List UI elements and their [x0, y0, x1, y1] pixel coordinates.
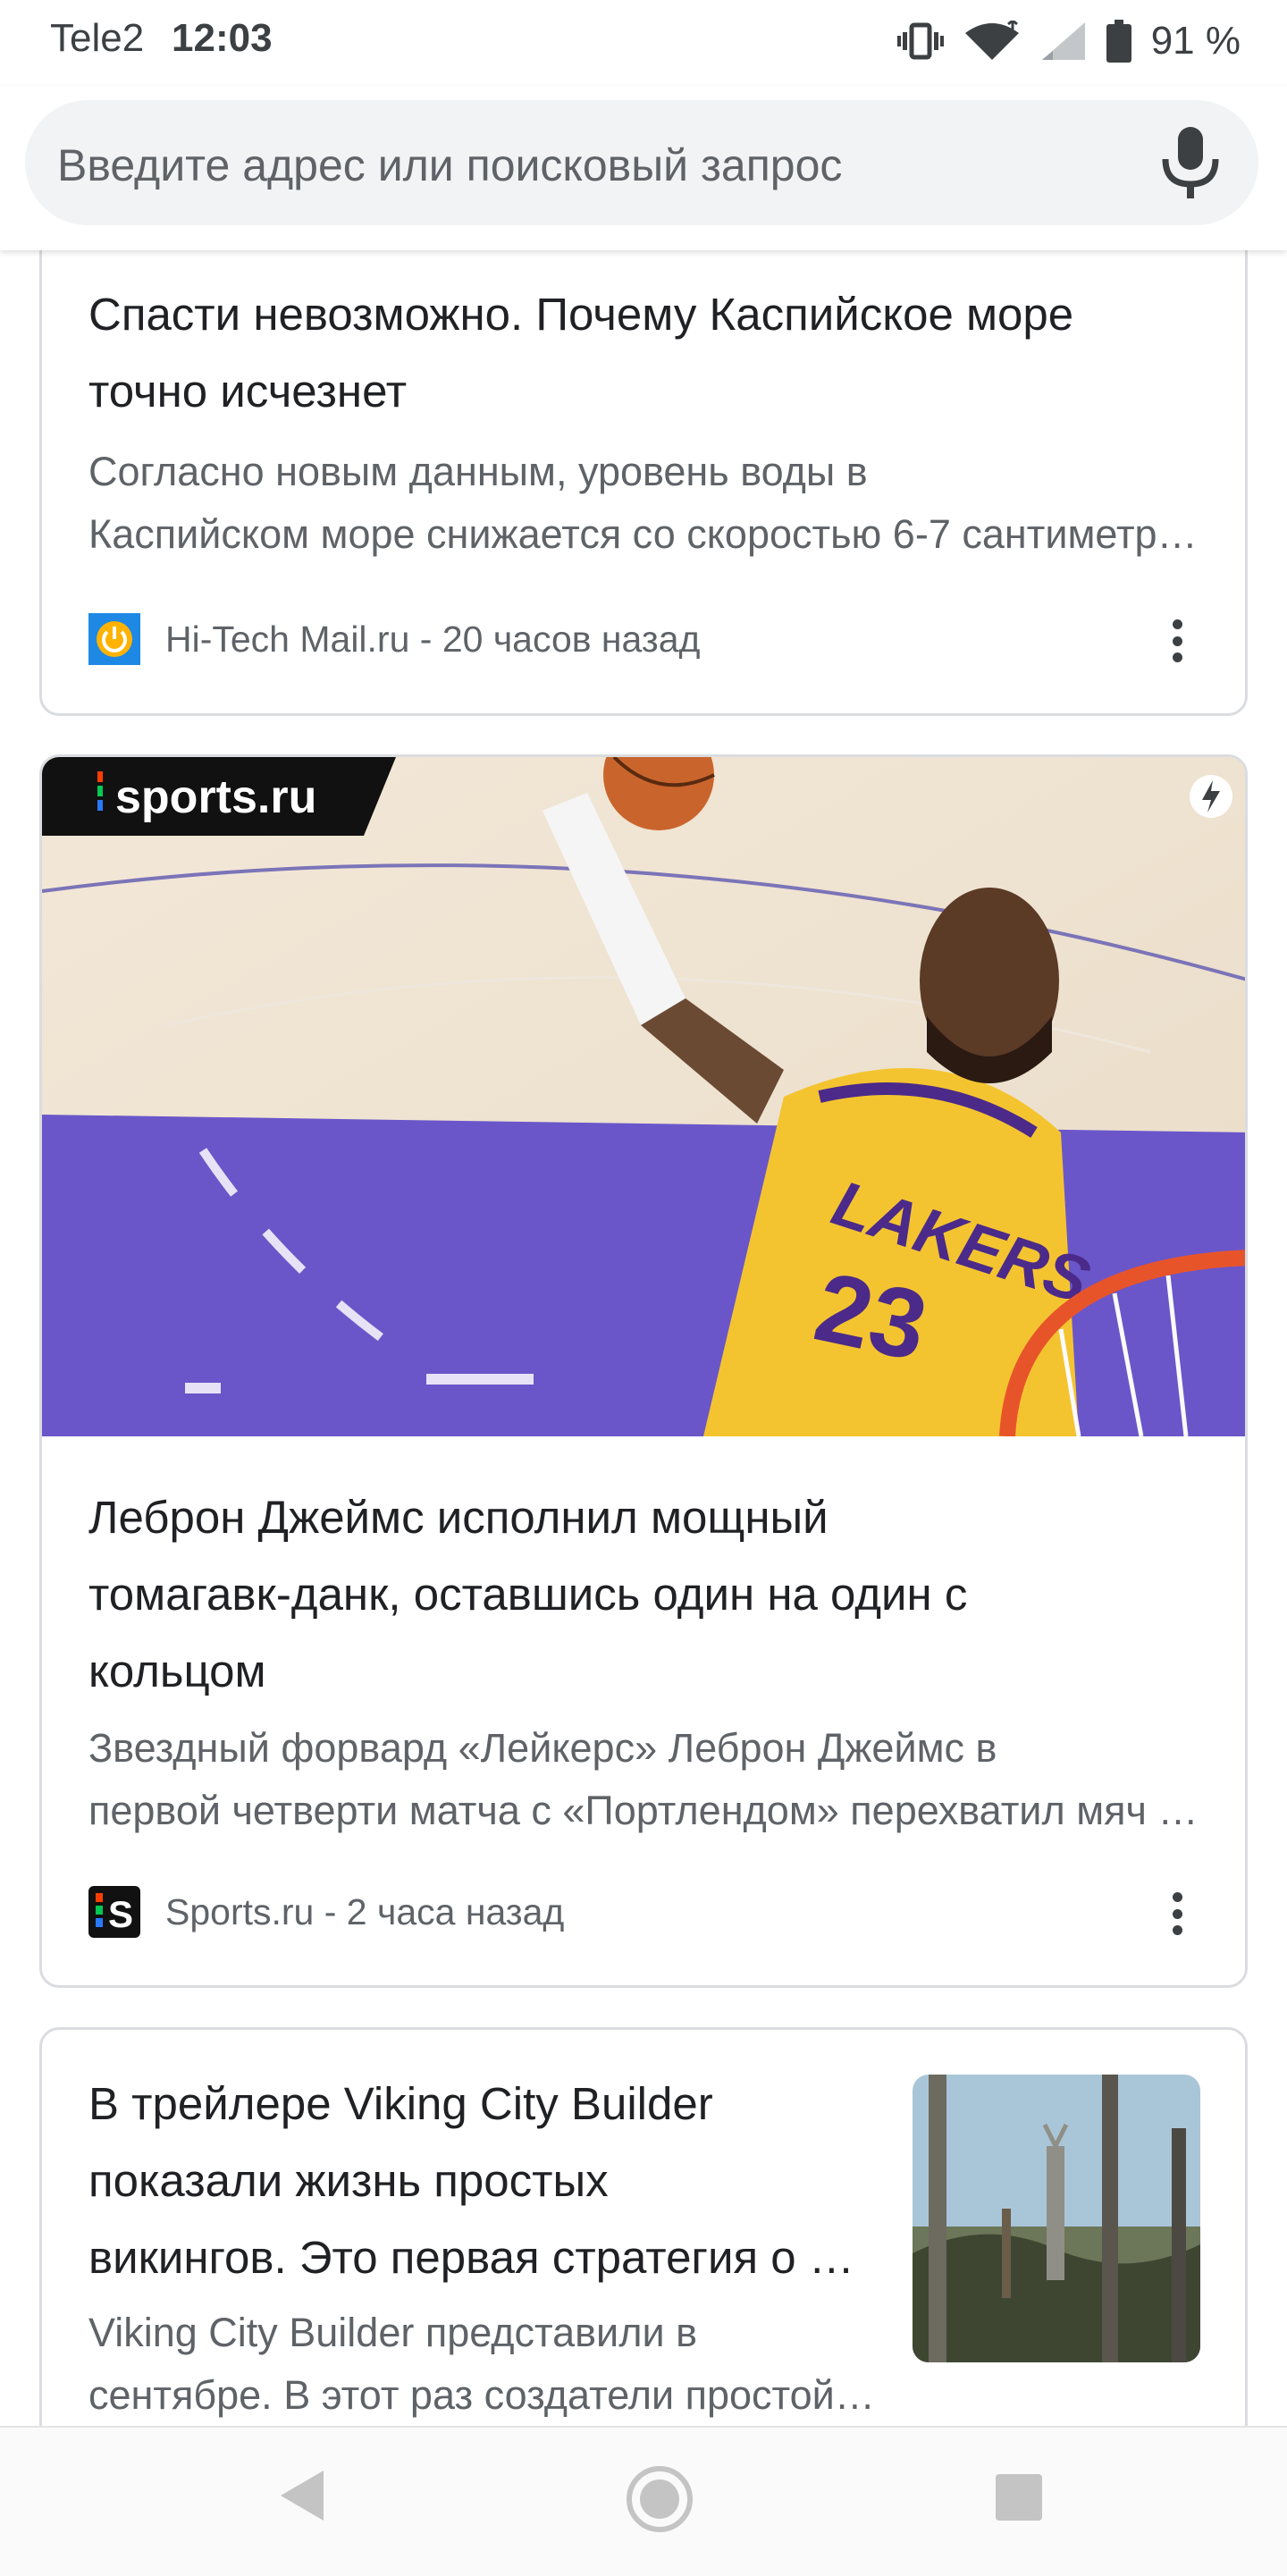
article-title[interactable]: Спасти невозможно. Почему Каспийское мор… — [88, 276, 1073, 430]
address-placeholder: Введите адрес или поисковый запрос — [57, 140, 843, 190]
address-bar[interactable]: Введите адрес или поисковый запрос — [25, 100, 1258, 225]
title-line: показали жизнь простых — [88, 2155, 609, 2206]
basketball-dunk-image: LAKERS 23 sports.ru — [42, 757, 1245, 1436]
snippet-line: Viking City Builder представили в — [88, 2310, 697, 2355]
status-icons: 91 % — [896, 16, 1241, 66]
title-line: кольцом — [88, 1646, 266, 1696]
title-line: викингов. Это первая стратегия о викинга… — [88, 2232, 875, 2283]
article-snippet: Viking City Builder представили в сентяб… — [88, 2302, 875, 2427]
news-card[interactable]: LAKERS 23 sports.ru Леброн Джеймс исполн… — [39, 754, 1248, 1988]
hitech-power-icon — [88, 613, 140, 665]
snippet-line: сентябре. В этот раз создатели простой и… — [88, 2372, 875, 2418]
more-options-icon[interactable] — [1172, 619, 1182, 662]
svg-text:S: S — [108, 1893, 133, 1935]
title-line: В трейлере Viking City Builder — [88, 2078, 713, 2129]
snippet-line: Звездный форвард «Лейкерс» Леброн Джеймс… — [88, 1725, 997, 1771]
jersey-number: 23 — [806, 1251, 936, 1382]
browser-toolbar: Введите адрес или поисковый запрос — [0, 86, 1287, 250]
status-time: 12:03 — [172, 16, 273, 60]
more-options-icon[interactable] — [1172, 1892, 1182, 1935]
signal-icon — [1041, 22, 1085, 60]
title-line: Спасти невозможно. Почему Каспийское мор… — [88, 289, 1074, 340]
snippet-line: Согласно новым данным, уровень воды в — [88, 449, 868, 494]
article-snippet: Звездный форвард «Лейкерс» Леброн Джеймс… — [88, 1717, 1215, 1842]
title-line: Леброн Джеймс исполнил мощный — [88, 1492, 829, 1543]
snippet-line: первой четверти матча с «Портлендом» пер… — [88, 1788, 1215, 1833]
system-nav-bar — [0, 2426, 1287, 2576]
article-image[interactable]: LAKERS 23 sports.ru — [42, 757, 1245, 1436]
source-row: S Sports.ru - 2 часа назад — [88, 1885, 564, 1939]
vibrate-icon — [896, 22, 944, 60]
sports-ru-icon: S — [88, 1886, 140, 1938]
snippet-line: Каспийском море снижается со скоростью 6… — [88, 511, 1215, 557]
source-name: Hi-Tech Mail.ru - 20 часов назад — [165, 618, 701, 660]
battery-percent: 91 % — [1150, 19, 1241, 63]
status-bar: Tele2 12:03 91 % — [0, 0, 1287, 86]
source-name: Sports.ru - 2 часа назад — [165, 1890, 565, 1932]
title-line: томагавк-данк, оставшись один на один с — [88, 1569, 968, 1620]
viking-landscape-image — [913, 2075, 1200, 2362]
article-snippet: Согласно новым данным, уровень воды в Ка… — [88, 441, 1215, 566]
carrier-name: Tele2 — [50, 16, 145, 60]
wifi-icon — [964, 21, 1019, 60]
recents-icon[interactable] — [994, 2472, 1044, 2522]
source-row: Hi-Tech Mail.ru - 20 часов назад — [88, 612, 700, 666]
news-card[interactable]: Спасти невозможно. Почему Каспийское мор… — [39, 220, 1248, 716]
home-icon[interactable] — [624, 2463, 695, 2535]
article-title[interactable]: Леброн Джеймс исполнил мощный томагавк-д… — [88, 1479, 967, 1710]
article-thumbnail[interactable] — [913, 2075, 1200, 2362]
article-title[interactable]: В трейлере Viking City Builder показали … — [88, 2066, 875, 2296]
back-icon[interactable] — [277, 2467, 327, 2524]
mic-icon[interactable] — [1155, 125, 1226, 200]
battery-icon — [1106, 20, 1131, 63]
title-line: точно исчезнет — [88, 366, 408, 417]
sports-ru-label: sports.ru — [115, 771, 316, 823]
